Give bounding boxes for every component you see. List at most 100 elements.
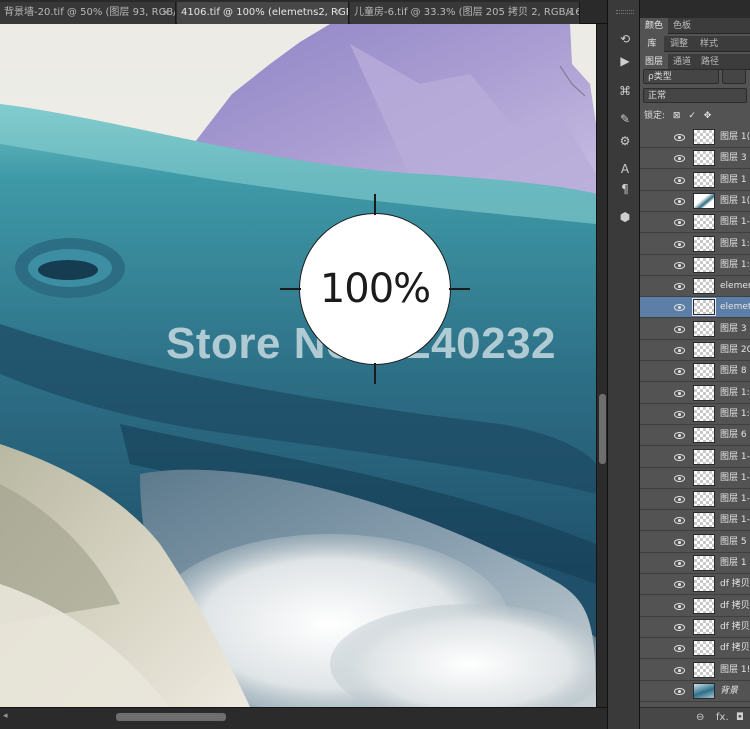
visibility-eye-icon[interactable] (674, 601, 685, 612)
strip-grip[interactable] (616, 10, 634, 14)
layer-row[interactable]: 图层 1- (640, 212, 750, 234)
layer-name[interactable]: elemen (720, 276, 750, 297)
visibility-eye-icon[interactable] (674, 622, 685, 633)
layer-row[interactable]: 图层 1 (640, 169, 750, 191)
close-icon[interactable]: × (566, 2, 574, 24)
layer-name[interactable]: 图层 1- (720, 489, 750, 510)
tab-adjustments[interactable]: 调整 (664, 36, 694, 52)
visibility-eye-icon[interactable] (674, 281, 685, 292)
visibility-eye-icon[interactable] (674, 175, 685, 186)
visibility-eye-icon[interactable] (674, 409, 685, 420)
layer-name[interactable]: 图层 1- (720, 447, 750, 468)
visibility-eye-icon[interactable] (674, 686, 685, 697)
layer-row[interactable]: 图层 1: (640, 233, 750, 255)
lock-position-icon[interactable]: ✥ (704, 111, 712, 121)
blend-mode-select[interactable]: 正常 (643, 88, 747, 103)
layer-row[interactable]: 图层 8 (640, 361, 750, 383)
visibility-eye-icon[interactable] (674, 196, 685, 207)
visibility-eye-icon[interactable] (674, 558, 685, 569)
layer-name[interactable]: df 拷贝 (720, 596, 750, 617)
visibility-eye-icon[interactable] (674, 324, 685, 335)
play-action-icon[interactable]: ▶ (614, 52, 636, 70)
tab-styles[interactable]: 样式 (694, 36, 724, 52)
layer-row[interactable]: df 拷贝 (640, 638, 750, 660)
character-icon[interactable]: A (614, 160, 636, 178)
scroll-left-arrow-icon[interactable]: ◂ (3, 711, 8, 721)
history-icon[interactable]: ⟲ (614, 30, 636, 48)
layer-row[interactable]: 图层 1- (640, 510, 750, 532)
add-mask-icon[interactable]: ◘ (736, 712, 744, 723)
brush-icon[interactable]: ✎ (614, 110, 636, 128)
visibility-eye-icon[interactable] (674, 345, 685, 356)
layer-name[interactable]: 图层 1- (720, 212, 750, 233)
layer-row[interactable]: 图层 1: (640, 403, 750, 425)
layer-name[interactable]: 图层 6 (720, 425, 747, 446)
tab-swatches[interactable]: 色板 (668, 18, 696, 34)
horizontal-scroll-thumb[interactable] (116, 713, 226, 721)
layer-row[interactable]: 图层 1! (640, 659, 750, 681)
layer-name[interactable]: 图层 1( (720, 191, 750, 212)
close-icon[interactable]: × (162, 2, 170, 24)
layer-row[interactable]: elemet (640, 297, 750, 319)
tab-kids-room[interactable]: 儿童房-6.tif @ 33.3% (图层 205 拷贝 2, RGB/16#)… (350, 2, 580, 24)
visibility-eye-icon[interactable] (674, 132, 685, 143)
layer-name[interactable]: 图层 8 (720, 361, 747, 382)
layer-row[interactable]: 图层 1: (640, 254, 750, 276)
layer-name[interactable]: 图层 1! (720, 660, 750, 681)
tab-background-wall[interactable]: 背景墙-20.tif @ 50% (图层 93, RGB/8#) * × (0, 2, 176, 24)
visibility-eye-icon[interactable] (674, 153, 685, 164)
visibility-eye-icon[interactable] (674, 260, 685, 271)
brush-presets-icon[interactable]: ⌘ (614, 82, 636, 100)
visibility-eye-icon[interactable] (674, 665, 685, 676)
link-layers-icon[interactable]: ⊖ (696, 712, 704, 723)
layer-name[interactable]: 图层 1 (720, 553, 747, 574)
fx-icon[interactable]: fx. (716, 712, 729, 723)
layer-row[interactable]: 图层 6 (640, 425, 750, 447)
visibility-eye-icon[interactable] (674, 515, 685, 526)
tab-paths[interactable]: 路径 (696, 54, 724, 70)
layer-row[interactable]: 图层 1- (640, 446, 750, 468)
layer-row[interactable]: 图层 1( (640, 127, 750, 148)
tab-color[interactable]: 颜色 (640, 18, 668, 34)
vertical-scrollbar[interactable] (596, 24, 607, 707)
visibility-eye-icon[interactable] (674, 366, 685, 377)
layer-row[interactable]: 背景 (640, 680, 750, 702)
tab-4106[interactable]: 4106.tif @ 100% (elemetns2, RGB/8) * × (177, 2, 349, 24)
layer-name[interactable]: 图层 1: (720, 404, 750, 425)
visibility-eye-icon[interactable] (674, 239, 685, 250)
visibility-eye-icon[interactable] (674, 217, 685, 228)
tab-layers[interactable]: 图层 (640, 54, 668, 70)
layer-name[interactable]: 图层 1 (720, 170, 747, 191)
layer-name[interactable]: 图层 1- (720, 468, 750, 489)
visibility-eye-icon[interactable] (674, 473, 685, 484)
paragraph-icon[interactable]: ¶ (614, 180, 636, 198)
layer-name[interactable]: 图层 1- (720, 510, 750, 531)
layer-name[interactable]: 图层 1: (720, 255, 750, 276)
layer-row[interactable]: df 拷贝 (640, 574, 750, 596)
layer-name[interactable]: 背景 (720, 681, 738, 702)
layer-row[interactable]: 图层 1: (640, 382, 750, 404)
visibility-eye-icon[interactable] (674, 537, 685, 548)
layer-name[interactable]: df 拷贝 (720, 617, 750, 638)
layer-kind-filter[interactable]: ρ类型 (643, 69, 719, 84)
visibility-eye-icon[interactable] (674, 388, 685, 399)
layer-name[interactable]: 图层 3 (720, 319, 747, 340)
visibility-eye-icon[interactable] (674, 579, 685, 590)
tab-channels[interactable]: 通道 (668, 54, 696, 70)
layer-row[interactable]: df 拷贝 (640, 616, 750, 638)
layer-name[interactable]: elemet (720, 297, 750, 318)
layer-name[interactable]: 图层 5 (720, 532, 747, 553)
layer-row[interactable]: 图层 1 (640, 553, 750, 574)
3d-icon[interactable]: ⬢ (614, 208, 636, 226)
visibility-eye-icon[interactable] (674, 452, 685, 463)
layer-name[interactable]: df 拷贝 (720, 574, 750, 595)
layer-name[interactable]: 图层 1: (720, 383, 750, 404)
lock-transparent-icon[interactable]: ⊠ (673, 111, 681, 121)
document-canvas[interactable]: Store No: 5240232 100% (0, 24, 596, 707)
clone-source-icon[interactable]: ⚙ (614, 132, 636, 150)
visibility-eye-icon[interactable] (674, 430, 685, 441)
tab-libraries[interactable]: 库 (640, 36, 664, 52)
layer-row[interactable]: 图层 3 (640, 318, 750, 340)
layer-row[interactable]: 图层 1- (640, 489, 750, 511)
layer-row[interactable]: 图层 1- (640, 467, 750, 489)
